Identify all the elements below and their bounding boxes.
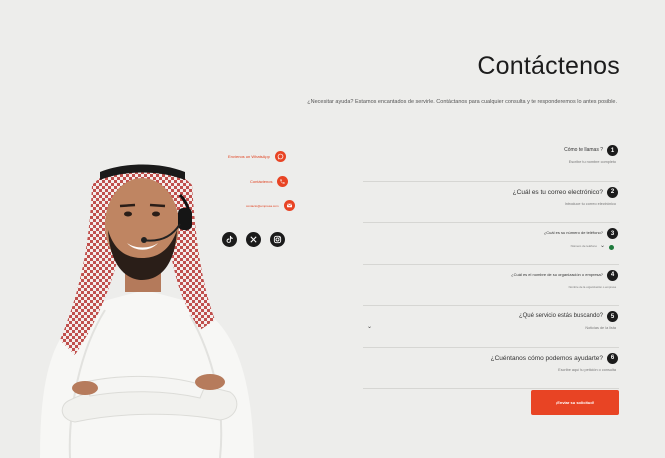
question-label: ¿Cuál es su número de teléfono? — [543, 230, 603, 235]
question-service[interactable]: 5 ¿Qué servicio estás buscando? Noticias… — [363, 306, 619, 348]
flag-icon — [609, 245, 614, 250]
contact-email[interactable]: contacto@empresa.com — [246, 200, 295, 211]
person-photo — [40, 164, 254, 458]
contact-whatsapp-label: Envíenos un WhatsApp — [228, 154, 270, 159]
page-subtitle: ¿Necesitar ayuda? Estamos encantados de … — [307, 99, 617, 105]
x-icon[interactable] — [246, 232, 261, 247]
mail-icon — [283, 200, 295, 211]
social-links — [222, 232, 285, 247]
email-input[interactable]: Introduce tu correo electrónico — [565, 202, 616, 206]
question-number: 6 — [607, 352, 618, 364]
question-number: 4 — [607, 269, 618, 281]
question-label: ¿Cuál es tu correo electrónico? — [512, 188, 603, 196]
question-label: Cómo te llamas ? — [564, 147, 603, 153]
name-input[interactable]: Escribe tu nombre completo — [569, 160, 616, 164]
instagram-icon[interactable] — [270, 232, 285, 247]
question-help[interactable]: 6 ¿Cuéntanos cómo podemos ayudarte? Escr… — [363, 348, 619, 389]
service-select[interactable]: Noticias de la lista — [585, 326, 616, 330]
question-organization[interactable]: 4 ¿Cuál es el nombre de su organización … — [363, 265, 619, 306]
message-input[interactable]: Escribe aquí tu petición o consulta — [558, 368, 616, 372]
page-title: Contáctenos — [477, 52, 620, 80]
phone-icon — [277, 176, 289, 187]
contact-email-label: contacto@empresa.com — [246, 203, 279, 208]
contact-phone-label: Contáctenos — [250, 179, 273, 184]
submit-button[interactable]: ¡Enviar su solicitud! — [531, 390, 619, 415]
phone-input[interactable]: Número de teléfono — [571, 244, 597, 248]
tiktok-icon[interactable] — [222, 232, 237, 247]
contact-whatsapp[interactable]: Envíenos un WhatsApp — [228, 151, 286, 162]
question-label: ¿Qué servicio estás buscando? — [518, 313, 603, 319]
question-number: 3 — [607, 228, 618, 239]
question-phone[interactable]: 3 ¿Cuál es su número de teléfono? Número… — [363, 223, 619, 265]
question-label: ¿Cuál es el nombre de su organización o … — [511, 271, 603, 277]
contact-form: 1 Cómo te llamas ? Escribe tu nombre com… — [363, 140, 619, 389]
question-number: 1 — [607, 145, 618, 156]
question-number: 2 — [607, 186, 618, 198]
whatsapp-icon — [274, 151, 286, 162]
organization-input[interactable]: Nombre de la organización o empresa — [569, 285, 616, 289]
question-number: 5 — [607, 311, 618, 322]
chevron-down-icon[interactable]: ⌄ — [367, 323, 372, 330]
question-email[interactable]: 2 ¿Cuál es tu correo electrónico? Introd… — [363, 182, 619, 223]
chevron-down-icon[interactable]: ⌄ — [600, 242, 605, 249]
contact-phone[interactable]: Contáctenos — [250, 176, 289, 187]
question-label: ¿Cuéntanos cómo podemos ayudarte? — [490, 354, 603, 362]
question-name[interactable]: 1 Cómo te llamas ? Escribe tu nombre com… — [363, 140, 619, 182]
